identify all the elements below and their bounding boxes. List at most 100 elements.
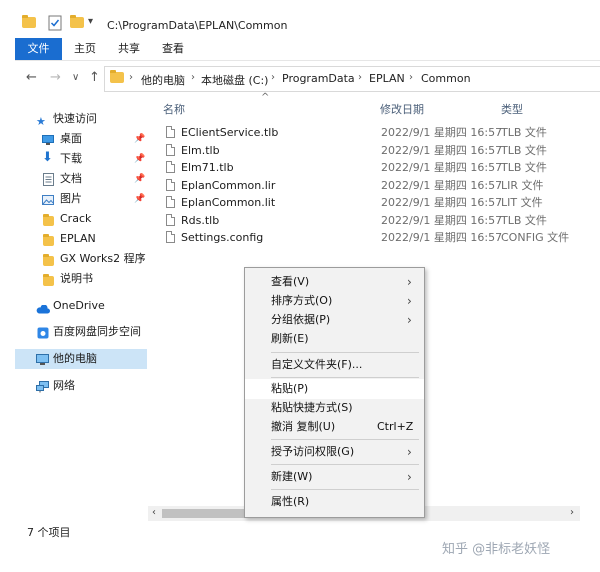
- file-row[interactable]: Elm.tlb 2022/9/1 星期四 16:57 TLB 文件: [148, 142, 585, 159]
- scroll-left-icon[interactable]: ‹: [152, 507, 156, 518]
- breadcrumb-programdata[interactable]: ProgramData: [282, 72, 355, 85]
- column-header-name[interactable]: 名称: [163, 101, 185, 117]
- menu-separator: [271, 439, 419, 440]
- sidebar-item-quick-access[interactable]: ★ 快速访问: [15, 109, 147, 129]
- menu-item-sort[interactable]: 排序方式(O) ›: [245, 291, 424, 311]
- menu-separator: [271, 352, 419, 353]
- folder-icon: [43, 213, 55, 226]
- pin-icon[interactable]: 📌: [134, 189, 145, 209]
- pin-icon[interactable]: 📌: [134, 149, 145, 169]
- menu-item-properties[interactable]: 属性(R): [245, 492, 424, 512]
- menu-item-paste-shortcut[interactable]: 粘贴快捷方式(S): [245, 398, 424, 418]
- network-icon: [36, 380, 49, 393]
- menu-item-group[interactable]: 分组依据(P) ›: [245, 310, 424, 330]
- navigation-pane: ★ 快速访问 桌面 📌 ⬇ 下载 📌 文档 📌 图片 📌 Crack EPLAN…: [15, 96, 147, 516]
- folder-icon: [43, 233, 55, 246]
- sidebar-item-network[interactable]: 网络: [15, 376, 147, 396]
- breadcrumb-common[interactable]: Common: [421, 72, 471, 85]
- sidebar-item-desktop[interactable]: 桌面 📌: [15, 129, 147, 149]
- computer-icon: [36, 353, 49, 365]
- sidebar-item-pictures[interactable]: 图片 📌: [15, 189, 147, 209]
- sidebar-item-eplan[interactable]: EPLAN: [15, 229, 147, 249]
- menu-separator: [271, 464, 419, 465]
- tab-home[interactable]: 主页: [69, 38, 101, 60]
- column-header-date[interactable]: 修改日期: [380, 101, 424, 117]
- folder-icon: [43, 273, 55, 286]
- star-icon: ★: [36, 115, 46, 128]
- document-icon: [43, 173, 55, 186]
- chevron-right-icon[interactable]: ›: [358, 72, 362, 83]
- file-icon: [166, 213, 175, 226]
- chevron-right-icon[interactable]: ›: [271, 72, 275, 83]
- menu-item-new[interactable]: 新建(W) ›: [245, 467, 424, 487]
- menu-item-undo-copy[interactable]: 撤消 复制(U) Ctrl+Z: [245, 417, 424, 437]
- new-folder-icon[interactable]: [70, 15, 84, 31]
- sidebar-item-gx-works2[interactable]: GX Works2 程序: [15, 249, 147, 269]
- file-icon: [166, 143, 175, 156]
- tab-file[interactable]: 文件: [15, 38, 62, 60]
- picture-icon: [42, 193, 54, 205]
- file-icon: [166, 126, 175, 138]
- file-icon: [166, 161, 175, 173]
- tab-view[interactable]: 查看: [157, 38, 189, 60]
- folder-icon: [22, 15, 36, 31]
- chevron-right-icon[interactable]: ›: [129, 72, 133, 83]
- scrollbar-thumb[interactable]: [162, 509, 247, 518]
- forward-arrow-icon[interactable]: →: [50, 70, 61, 85]
- window-title: C:\ProgramData\EPLAN\Common: [107, 19, 288, 32]
- sidebar-item-baidu-sync[interactable]: 百度网盘同步空间: [15, 322, 147, 342]
- context-menu: 查看(V) › 排序方式(O) › 分组依据(P) › 刷新(E) 自定义文件夹…: [244, 267, 425, 518]
- ribbon: 文件 主页 共享 查看: [15, 38, 600, 61]
- customize-toolbar-icon[interactable]: ▾: [88, 16, 102, 30]
- menu-item-view[interactable]: 查看(V) ›: [245, 272, 424, 292]
- sidebar-item-manual[interactable]: 说明书: [15, 269, 147, 289]
- file-icon: [166, 178, 175, 191]
- sidebar-item-documents[interactable]: 文档 📌: [15, 169, 147, 189]
- folder-icon: [43, 253, 55, 266]
- pin-icon[interactable]: 📌: [134, 169, 145, 189]
- file-row[interactable]: Rds.tlb 2022/9/1 星期四 16:57 TLB 文件: [148, 212, 585, 229]
- column-header-type[interactable]: 类型: [501, 101, 523, 117]
- sidebar-item-this-pc[interactable]: 他的电脑: [15, 349, 147, 369]
- recent-locations-icon[interactable]: ∨: [72, 72, 79, 83]
- chevron-right-icon[interactable]: ›: [191, 72, 195, 83]
- chevron-right-icon: ›: [407, 470, 412, 484]
- chevron-right-icon: ›: [407, 275, 412, 289]
- sidebar-item-onedrive[interactable]: OneDrive: [15, 296, 147, 316]
- menu-item-customize-folder[interactable]: 自定义文件夹(F)...: [245, 355, 424, 375]
- chevron-right-icon[interactable]: ›: [409, 72, 413, 83]
- menu-item-refresh[interactable]: 刷新(E): [245, 329, 424, 349]
- chevron-right-icon: ›: [407, 445, 412, 459]
- folder-icon: [110, 70, 124, 86]
- download-icon: ⬇: [42, 150, 53, 165]
- properties-checkbox-icon[interactable]: [48, 15, 62, 31]
- menu-item-paste[interactable]: 粘贴(P): [245, 379, 424, 399]
- file-icon: [166, 231, 175, 243]
- scroll-right-icon[interactable]: ›: [570, 507, 574, 518]
- shortcut-label: Ctrl+Z: [377, 420, 414, 433]
- sidebar-item-downloads[interactable]: ⬇ 下载 📌: [15, 149, 147, 169]
- baidu-cloud-icon: [37, 326, 49, 339]
- up-arrow-icon[interactable]: ↑: [89, 70, 100, 85]
- file-row[interactable]: EplanCommon.lir 2022/9/1 星期四 16:57 LIR 文…: [148, 177, 585, 194]
- breadcrumb-eplan[interactable]: EPLAN: [369, 72, 405, 85]
- tab-share[interactable]: 共享: [113, 38, 145, 60]
- file-row[interactable]: Settings.config 2022/9/1 星期四 16:57 CONFI…: [148, 229, 585, 246]
- file-row[interactable]: Elm71.tlb 2022/9/1 星期四 16:57 TLB 文件: [148, 159, 585, 176]
- sidebar-item-crack[interactable]: Crack: [15, 209, 147, 229]
- cloud-icon: [36, 301, 50, 314]
- back-arrow-icon[interactable]: ←: [26, 70, 37, 85]
- title-bar: ▾ C:\ProgramData\EPLAN\Common: [0, 14, 600, 38]
- breadcrumb-local-disk[interactable]: 本地磁盘 (C:): [201, 72, 268, 88]
- file-row[interactable]: EplanCommon.lit 2022/9/1 星期四 16:57 LIT 文…: [148, 194, 585, 211]
- pin-icon[interactable]: 📌: [134, 129, 145, 149]
- sort-ascending-icon: ^: [261, 92, 270, 103]
- address-box[interactable]: › 他的电脑 › 本地磁盘 (C:) › ProgramData › EPLAN…: [104, 66, 600, 92]
- menu-item-give-access[interactable]: 授予访问权限(G) ›: [245, 442, 424, 462]
- status-item-count: 7 个项目: [27, 526, 71, 539]
- chevron-right-icon: ›: [407, 294, 412, 308]
- file-row[interactable]: EClientService.tlb 2022/9/1 星期四 16:57 TL…: [148, 124, 585, 141]
- breadcrumb-this-pc[interactable]: 他的电脑: [141, 72, 185, 88]
- file-icon: [166, 196, 175, 208]
- navigation-bar: ← → ∨ ↑ › 他的电脑 › 本地磁盘 (C:) › ProgramData…: [15, 64, 600, 92]
